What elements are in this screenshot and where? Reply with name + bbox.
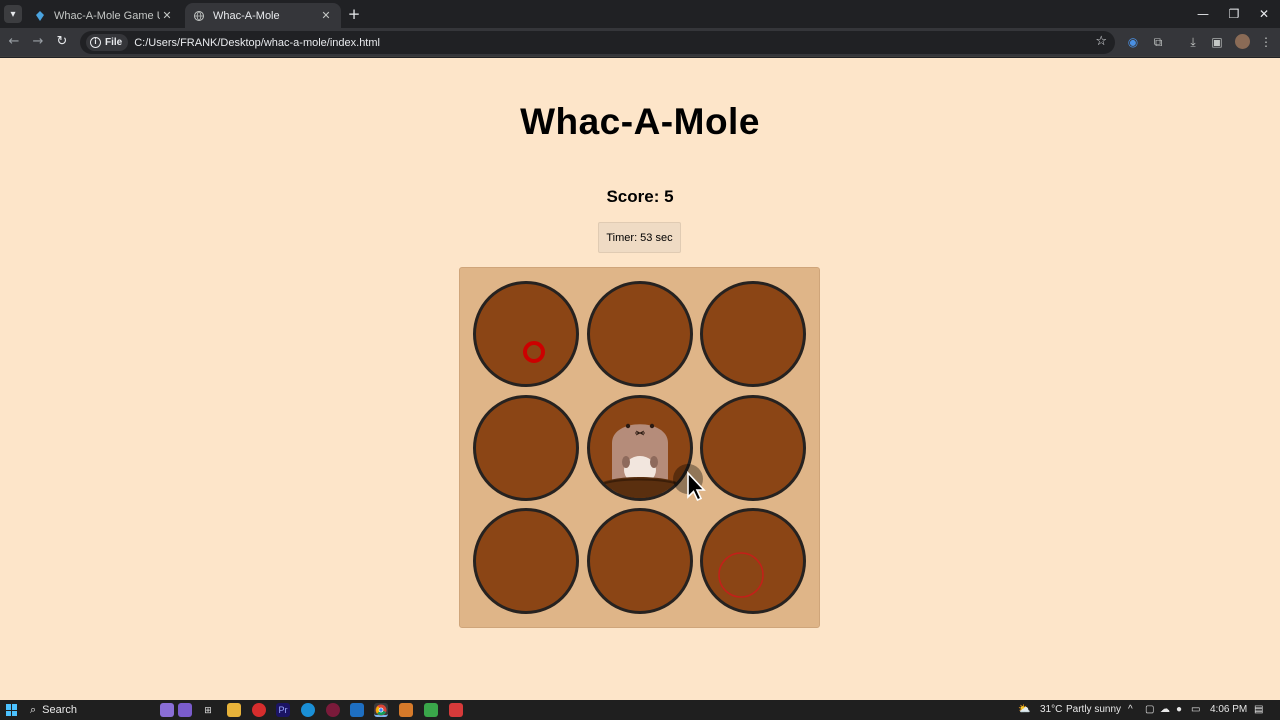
- restore-icon[interactable]: ❐: [1222, 5, 1246, 23]
- hole-2[interactable]: [587, 281, 693, 387]
- new-tab-plus-icon[interactable]: +: [346, 6, 362, 22]
- close-window-icon[interactable]: ✕: [1252, 5, 1276, 23]
- hit-marker-icon: [523, 341, 545, 363]
- minimize-icon[interactable]: —: [1191, 5, 1215, 23]
- hole-7[interactable]: [473, 508, 579, 614]
- reload-icon[interactable]: ↻: [53, 33, 71, 51]
- tray-icon[interactable]: ▢: [1145, 700, 1154, 720]
- vscode-icon[interactable]: [350, 703, 364, 717]
- hole-4[interactable]: [473, 395, 579, 501]
- tab-tutorial[interactable]: Whac-A-Mole Game Using HTML ✕: [26, 3, 182, 28]
- profile-avatar[interactable]: [1235, 34, 1250, 49]
- mouse-cursor-icon: [673, 464, 706, 502]
- url-text[interactable]: C:/Users/FRANK/Desktop/whac-a-mole/index…: [134, 37, 380, 49]
- puzzle-extensions-icon[interactable]: ⧉: [1150, 34, 1166, 50]
- clock-time[interactable]: 4:06 PM: [1210, 700, 1247, 720]
- info-icon: i: [90, 37, 101, 48]
- hole-3[interactable]: [700, 281, 806, 387]
- network-icon[interactable]: ▭: [1191, 700, 1200, 720]
- extension-icon[interactable]: ◉: [1125, 34, 1141, 50]
- browser-toolbar: ← → ↻ i File C:/Users/FRANK/Desktop/whac…: [0, 28, 1280, 57]
- app-icon[interactable]: [449, 703, 463, 717]
- tab-close-icon[interactable]: ✕: [160, 9, 174, 22]
- mic-icon[interactable]: ●: [1176, 700, 1182, 720]
- taskbar-app-icon[interactable]: [160, 703, 174, 717]
- address-bar[interactable]: i File C:/Users/FRANK/Desktop/whac-a-mol…: [80, 31, 1115, 54]
- chrome-icon[interactable]: [374, 703, 388, 717]
- app-icon[interactable]: [326, 703, 340, 717]
- taskbar-search[interactable]: ⌕ Search: [30, 702, 150, 718]
- edge-icon[interactable]: [301, 703, 315, 717]
- hole-8[interactable]: [587, 508, 693, 614]
- taskbar-search-label: Search: [42, 704, 78, 716]
- side-panel-icon[interactable]: ▣: [1209, 34, 1225, 50]
- cloud-icon[interactable]: ☁: [1160, 700, 1170, 720]
- codepen-favicon-icon: [34, 10, 46, 22]
- app-icon[interactable]: [399, 703, 413, 717]
- back-arrow-icon[interactable]: ←: [5, 33, 23, 51]
- task-view-icon[interactable]: ⊞: [201, 703, 215, 717]
- tab-close-icon[interactable]: ✕: [319, 9, 333, 22]
- taskbar-app-icon[interactable]: [178, 703, 192, 717]
- download-icon[interactable]: ⤓: [1185, 34, 1201, 50]
- hole-1[interactable]: [473, 281, 579, 387]
- page-title: Whac-A-Mole: [520, 101, 760, 142]
- hit-ring-icon: [718, 552, 764, 598]
- taskbar: ⌕ Search ⊞ Pr ⛅ 31°C Partly sunny ^ ▢ ☁ …: [0, 700, 1280, 720]
- tab-title: Whac-A-Mole: [213, 9, 280, 22]
- page-content: Whac-A-Mole Score: 5 Timer: 53 sec: [0, 58, 1280, 700]
- file-explorer-icon[interactable]: [227, 703, 241, 717]
- tab-game[interactable]: Whac-A-Mole ✕: [185, 3, 341, 28]
- timer-display: Timer: 53 sec: [598, 222, 681, 253]
- game-board: [459, 267, 820, 628]
- weather-temp[interactable]: 31°C: [1040, 700, 1062, 720]
- app-icon[interactable]: [424, 703, 438, 717]
- site-info-chip[interactable]: i File: [86, 34, 129, 51]
- tray-overflow-icon[interactable]: ^: [1128, 700, 1133, 720]
- premiere-icon[interactable]: Pr: [276, 703, 290, 717]
- notification-icon[interactable]: ▤: [1254, 700, 1263, 720]
- menu-dots-icon[interactable]: ⋮: [1258, 34, 1274, 50]
- browser-tab-strip: ▾ Whac-A-Mole Game Using HTML ✕ Whac-A-M…: [0, 0, 1280, 28]
- weather-desc[interactable]: Partly sunny: [1066, 700, 1121, 720]
- site-chip-label: File: [105, 37, 123, 48]
- weather-icon[interactable]: ⛅: [1018, 700, 1030, 720]
- score-display: Score: 5: [606, 187, 674, 206]
- opera-icon[interactable]: [252, 703, 266, 717]
- windows-start-icon[interactable]: [6, 704, 18, 716]
- tab-title: Whac-A-Mole Game Using HTML: [54, 9, 160, 22]
- search-icon: ⌕: [30, 703, 37, 716]
- bookmark-star-icon[interactable]: ☆: [1095, 34, 1107, 49]
- hole-9[interactable]: [700, 508, 806, 614]
- tab-search-button[interactable]: ▾: [4, 5, 22, 23]
- forward-arrow-icon[interactable]: →: [29, 33, 47, 51]
- globe-icon: [193, 10, 205, 22]
